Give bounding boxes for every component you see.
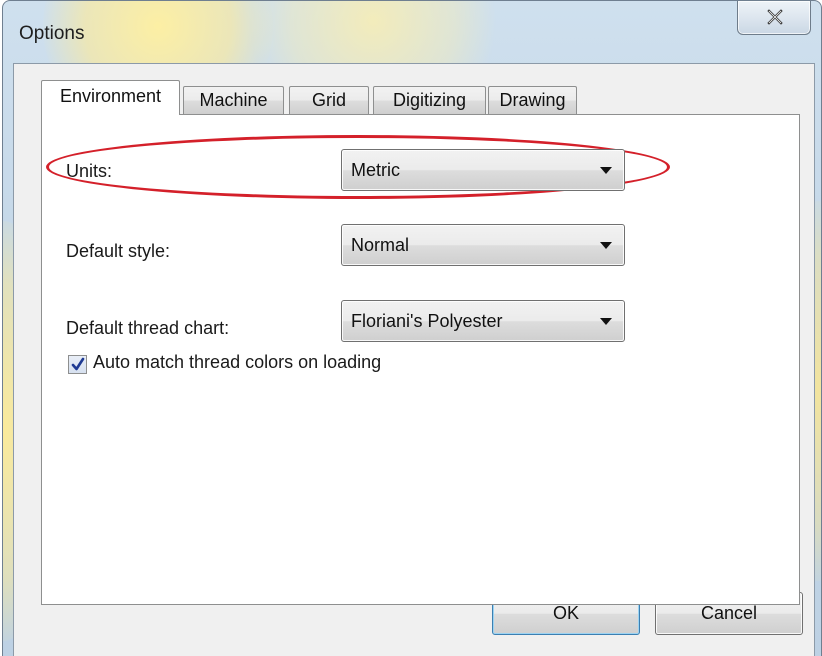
default-style-label: Default style: [66, 241, 171, 261]
dialog-client-area: Environment Machine Grid Digitizing Draw… [13, 63, 815, 656]
auto-match-label[interactable]: Auto match thread colors on loading [93, 352, 381, 373]
options-dialog: Options Environment Machine Grid Digitiz… [2, 0, 822, 656]
default-thread-chart-value: Floriani's Polyester [351, 311, 503, 331]
tab-digitizing[interactable]: Digitizing [373, 86, 486, 114]
dropdown-arrow-icon [600, 167, 612, 174]
close-button[interactable] [737, 1, 811, 35]
auto-match-checkbox[interactable] [68, 355, 87, 374]
units-label: Units: [66, 161, 113, 181]
default-style-dropdown[interactable]: Normal [341, 224, 625, 266]
default-style-value: Normal [351, 235, 410, 255]
dropdown-arrow-icon [600, 318, 612, 325]
environment-panel: Units: Metric Default style: Normal Defa… [41, 114, 800, 605]
default-thread-chart-dropdown[interactable]: Floriani's Polyester [341, 300, 625, 342]
tab-machine[interactable]: Machine [183, 86, 284, 114]
tab-environment[interactable]: Environment [41, 80, 180, 115]
units-value: Metric [351, 160, 400, 180]
units-dropdown[interactable]: Metric [341, 149, 625, 191]
checkmark-icon [71, 357, 85, 371]
tab-grid[interactable]: Grid [289, 86, 369, 114]
dropdown-arrow-icon [600, 242, 612, 249]
close-icon [767, 9, 783, 25]
tab-drawing[interactable]: Drawing [488, 86, 577, 114]
window-title: Options [19, 23, 85, 44]
default-thread-chart-label: Default thread chart: [66, 318, 230, 338]
